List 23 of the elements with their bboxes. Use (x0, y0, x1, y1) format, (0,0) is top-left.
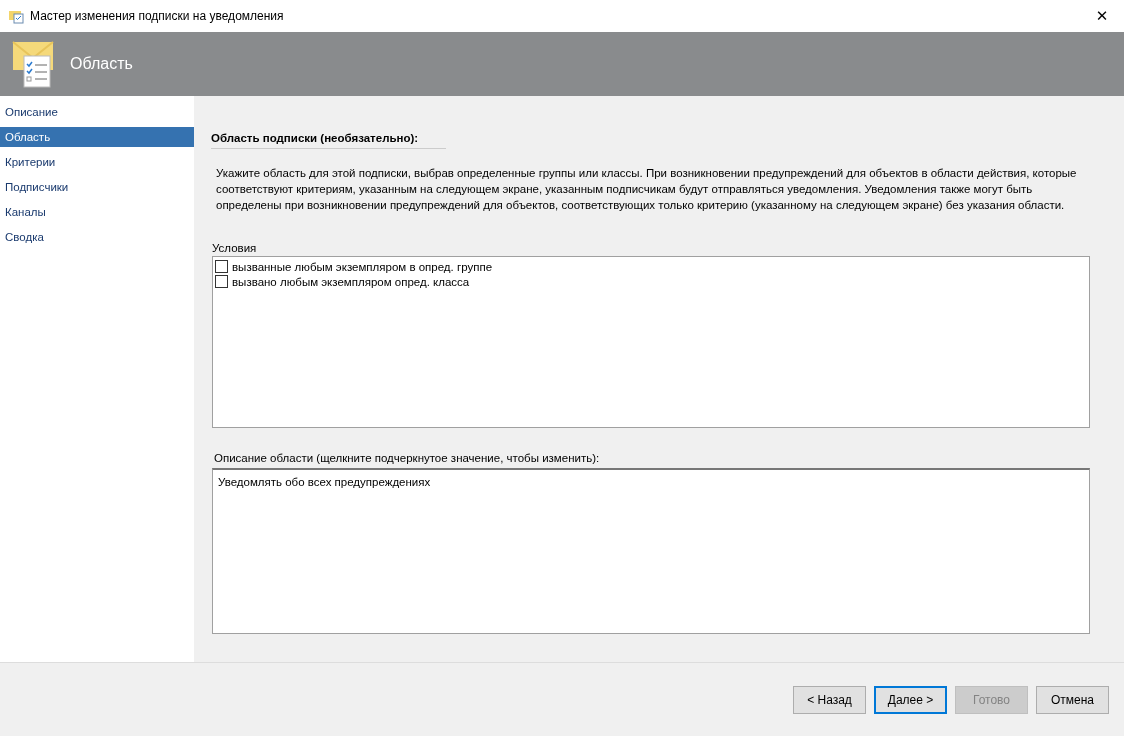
close-button[interactable]: ✕ (1080, 0, 1124, 32)
sidebar-item[interactable]: Критерии (0, 152, 194, 172)
sidebar-item[interactable]: Область (0, 127, 194, 147)
scope-description-label: Описание области (щелкните подчеркнутое значение, чтобы изменить): (214, 452, 601, 464)
checkbox[interactable] (215, 260, 228, 273)
sidebar-item[interactable]: Каналы (0, 202, 194, 222)
checkbox[interactable] (215, 275, 228, 288)
section-heading: Область подписки (необязательно): (211, 132, 446, 149)
window-title: Мастер изменения подписки на уведомления (30, 9, 285, 23)
wizard-icon (8, 8, 24, 24)
sidebar-item[interactable]: Описание (0, 102, 194, 122)
conditions-label: Условия (212, 242, 258, 254)
wizard-button[interactable]: Далее > (874, 685, 947, 714)
condition-label[interactable]: вызванные любым экземпляром в опред. группе (232, 260, 493, 273)
scope-description-text: Уведомлять обо всех предупреждениях (218, 476, 431, 488)
description-text: Укажите область для этой подписки, выбрав определенные группы или классы. При возникновении предупреждений для объектов в области действия, которые соответствуют критериям, указанным на следующем экране, указанным подписчикам будут отправляться уведомления. Уведомления также могут быть определены при возникновении предупреждений для объектов, соответствующих только критерию (указанному на следующем экране) без указания области. (216, 166, 1078, 213)
sidebar-item[interactable]: Сводка (0, 227, 194, 247)
condition-label[interactable]: вызвано любым экземпляром опред. класса (232, 275, 470, 288)
envelope-checklist-icon (12, 40, 56, 88)
sidebar-item[interactable]: Подписчики (0, 177, 194, 197)
page-title: Область (70, 55, 133, 73)
wizard-button[interactable]: < Назад (793, 685, 866, 714)
wizard-button[interactable]: Отмена (1036, 685, 1109, 714)
